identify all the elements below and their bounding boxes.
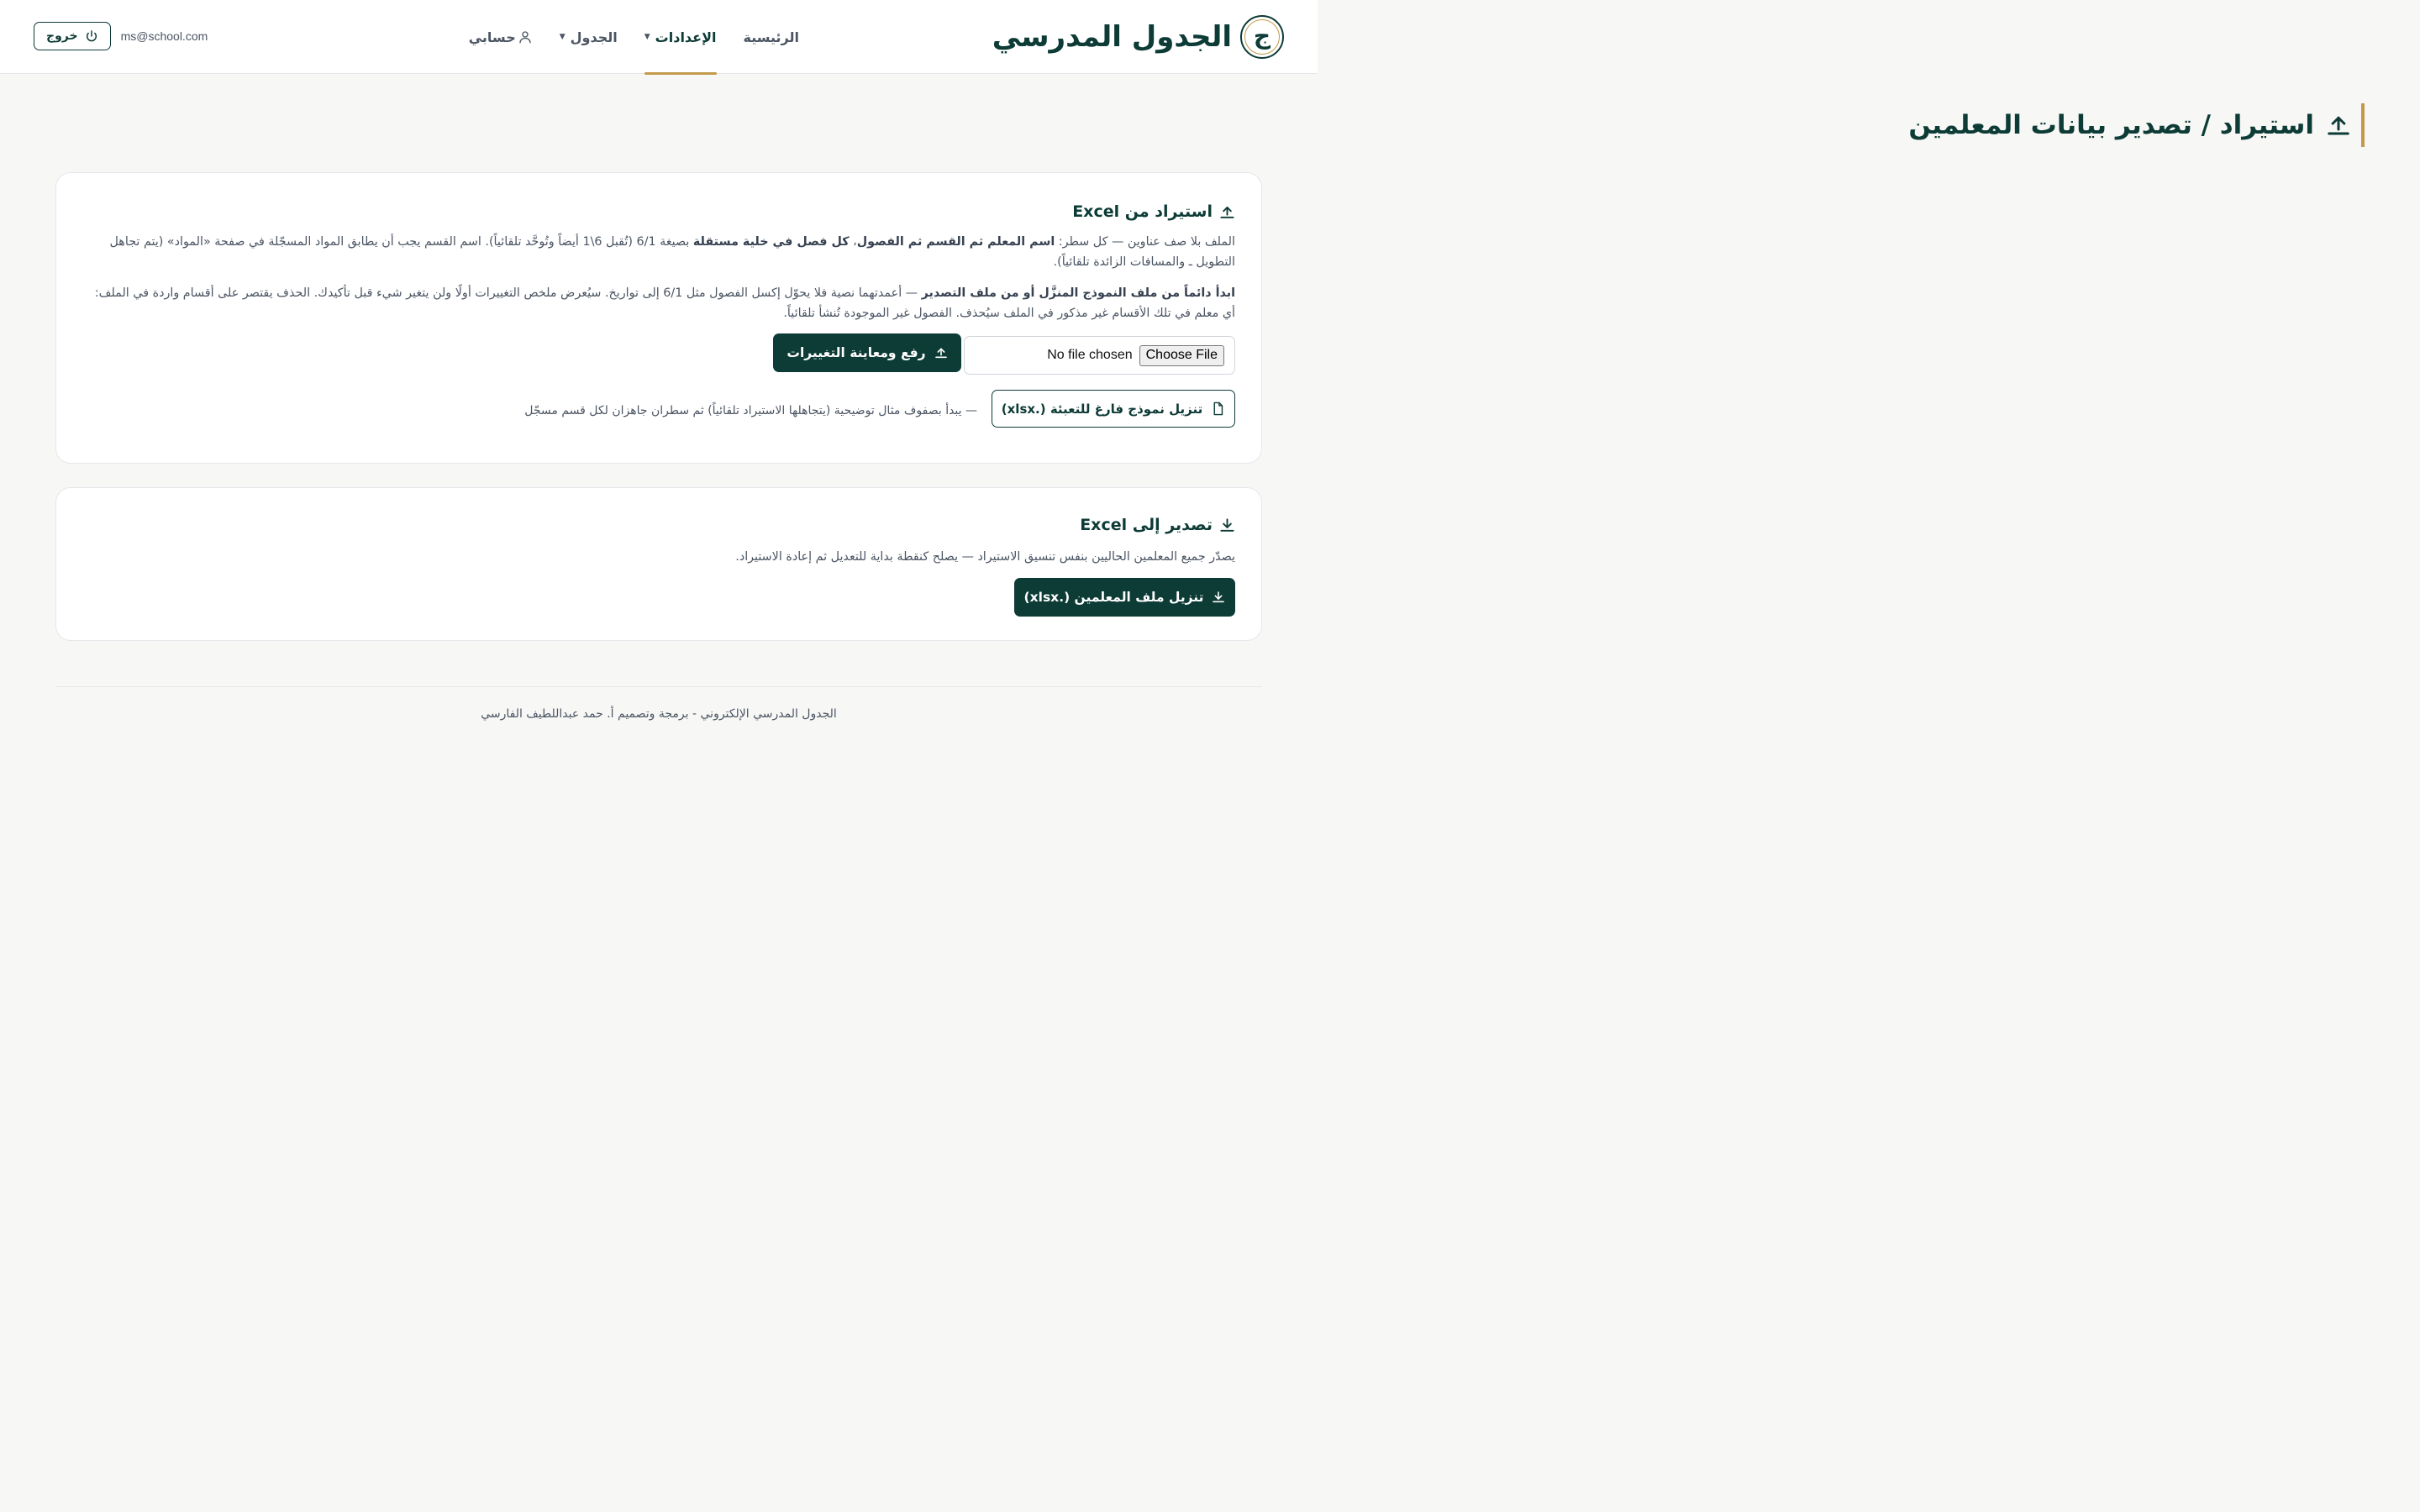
nav-home[interactable]: الرئيسية [730, 0, 813, 74]
download-icon [1213, 591, 1225, 603]
upload-icon [1220, 206, 1234, 218]
download-teachers-label: تنزيل ملف المعلمين (.xlsx) [1023, 590, 1204, 605]
top-header: ج الجدول المدرسي الرئيسية الإعدادات ▼ ال… [0, 0, 1318, 75]
user-email: ms@school.com [120, 29, 208, 43]
user-area: خروج ms@school.com [34, 22, 208, 50]
import-instr-bold: اسم المعلم ثم القسم ثم الفصول [856, 235, 1055, 249]
upload-icon [934, 348, 947, 359]
export-heading-text: تصدير إلى Excel [1080, 516, 1213, 534]
template-note: — يبدأ بصفوف مثال توضيحية (يتجاهلها الاس… [524, 404, 977, 417]
import-card: استيراد من Excel الملف بلا صف عناوين — ك… [55, 172, 1262, 464]
import-warning: ابدأ دائماً من ملف النموذج المنزَّل أو م… [82, 283, 1235, 323]
export-description: يصدّر جميع المعلمين الحاليين بنفس تنسيق … [735, 550, 1235, 564]
import-heading: استيراد من Excel [1072, 202, 1235, 221]
footer-divider [55, 686, 1262, 687]
nav-home-label: الرئيسية [743, 29, 800, 45]
brand-logo-letter: ج [1253, 21, 1271, 50]
file-input[interactable]: Choose File No file chosen [964, 336, 1235, 375]
user-icon [519, 31, 531, 44]
footer-credit: الجدول المدرسي الإلكتروني - برمجة وتصميم… [481, 707, 837, 721]
chevron-down-icon: ▼ [644, 33, 650, 41]
nav-settings[interactable]: الإعدادات ▼ [631, 0, 730, 75]
upload-icon [2328, 116, 2349, 135]
export-card: تصدير إلى Excel يصدّر جميع المعلمين الحا… [55, 487, 1262, 641]
import-warning-bold: ابدأ دائماً من ملف النموذج المنزَّل أو م… [921, 286, 1235, 300]
nav-account-label: حسابي [468, 29, 516, 45]
export-heading: تصدير إلى Excel [1080, 516, 1235, 534]
page-title: استيراد / تصدير بيانات المعلمين [1908, 103, 2365, 147]
chevron-down-icon: ▼ [559, 33, 566, 41]
nav-schedule[interactable]: الجدول ▼ [546, 0, 631, 74]
import-instr-part: الملف بلا صف عناوين — كل سطر: [1055, 235, 1235, 249]
page-title-text: استيراد / تصدير بيانات المعلمين [1908, 110, 2314, 140]
upload-preview-button[interactable]: رفع ومعاينة التغييرات [773, 333, 961, 372]
download-template-button[interactable]: تنزيل نموذج فارغ للتعبئة (.xlsx) [992, 390, 1235, 428]
download-icon [1220, 517, 1234, 532]
power-icon [86, 30, 97, 42]
no-file-label: No file chosen [1047, 348, 1133, 362]
nav-settings-label: الإعدادات [655, 29, 717, 45]
brand-title: الجدول المدرسي [992, 20, 1232, 54]
import-heading-text: استيراد من Excel [1072, 202, 1213, 221]
logout-label: خروج [46, 29, 78, 43]
logout-button[interactable]: خروج [34, 22, 111, 50]
brand-logo: ج [1240, 15, 1284, 59]
brand[interactable]: ج الجدول المدرسي [992, 13, 1284, 60]
nav-schedule-label: الجدول [570, 29, 618, 45]
download-template-label: تنزيل نموذج فارغ للتعبئة (.xlsx) [1001, 401, 1203, 417]
choose-file-button[interactable]: Choose File [1139, 344, 1224, 366]
main-nav: الرئيسية الإعدادات ▼ الجدول ▼ حسابي [455, 0, 813, 75]
nav-account[interactable]: حسابي [455, 0, 546, 74]
import-instr-part: ، [849, 235, 857, 249]
file-icon [1213, 402, 1223, 416]
import-instr-bold: كل فصل في خلية مستقلة [692, 235, 850, 249]
import-instructions: الملف بلا صف عناوين — كل سطر: اسم المعلم… [82, 232, 1235, 272]
download-teachers-button[interactable]: تنزيل ملف المعلمين (.xlsx) [1014, 578, 1235, 617]
upload-preview-label: رفع ومعاينة التغييرات [786, 345, 926, 360]
